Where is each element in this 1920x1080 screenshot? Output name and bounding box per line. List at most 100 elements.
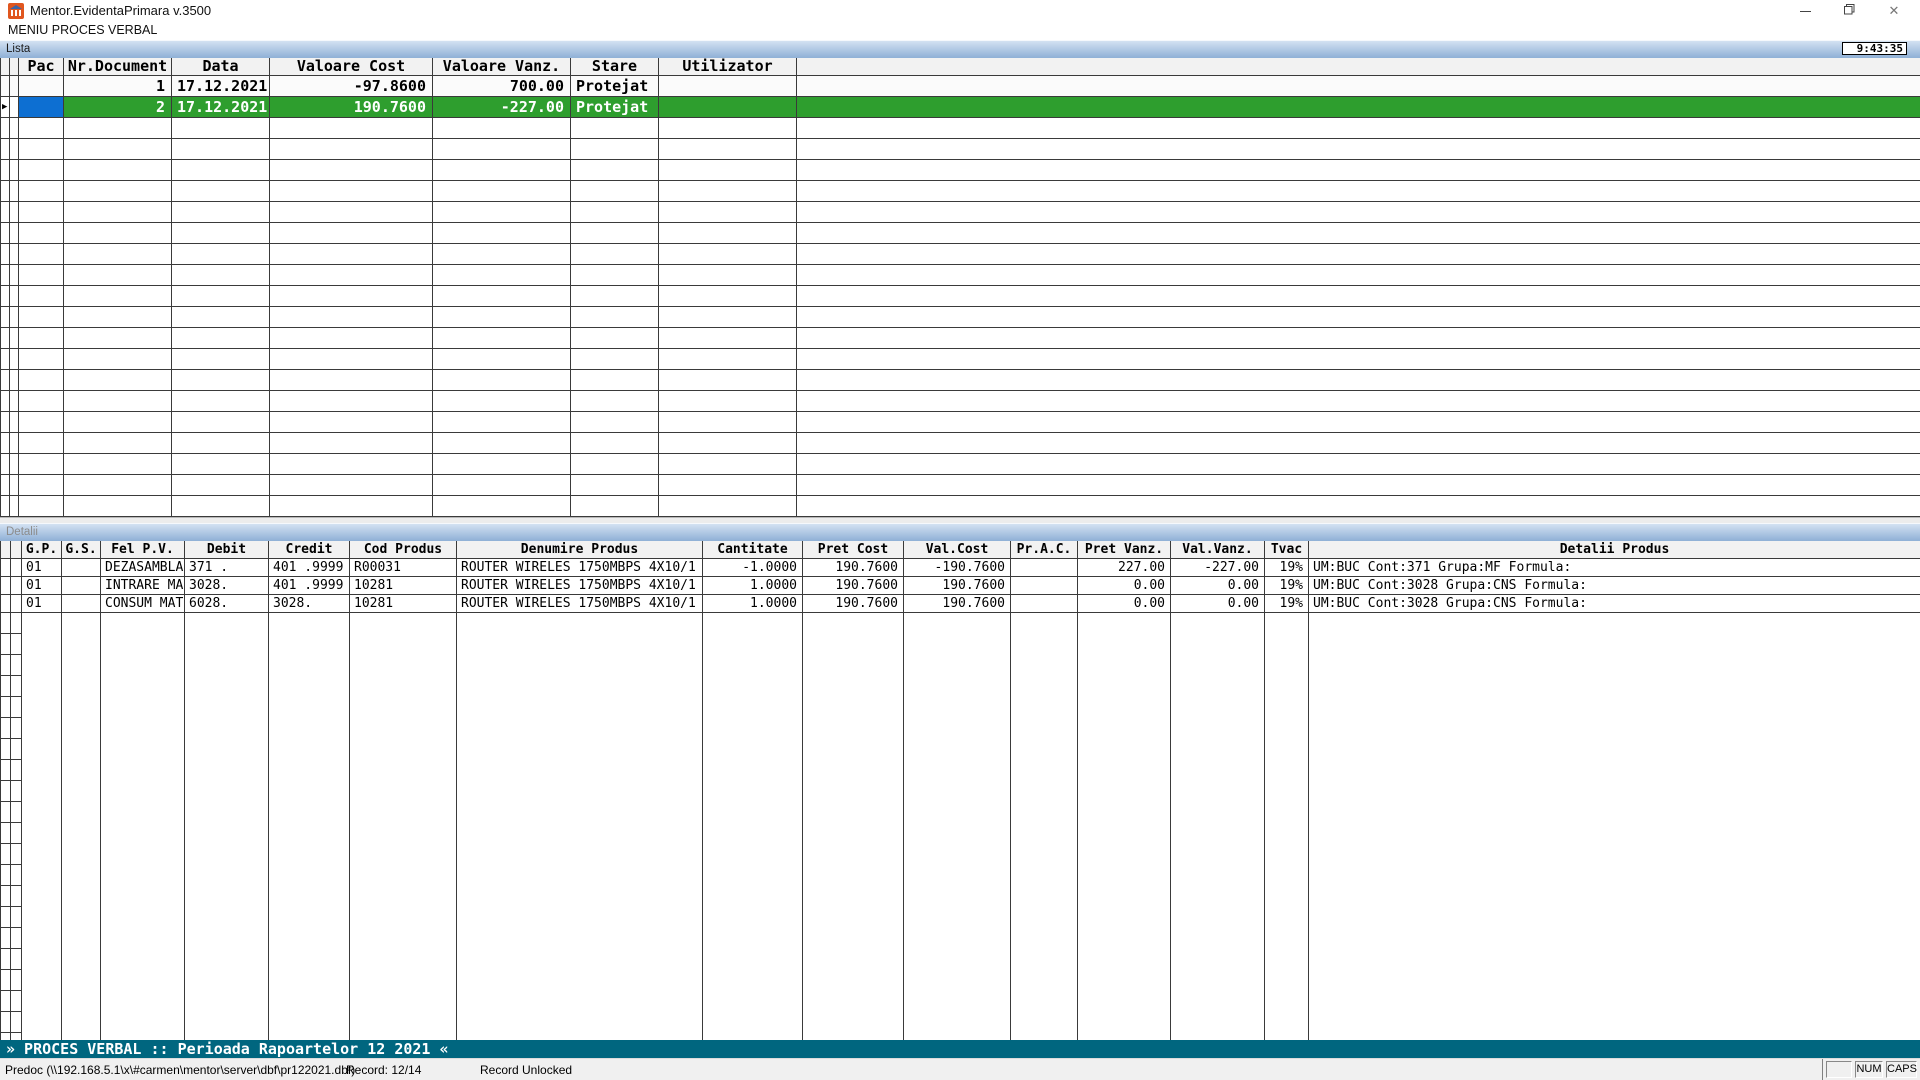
lista-col-header-utilizator: Utilizator	[659, 58, 797, 75]
empty-row	[1, 718, 1920, 739]
detalii-col-header-cod-produs: Cod Produs	[350, 541, 457, 558]
lista-empty-rows	[1, 118, 1920, 517]
menu-bar: MENIU PROCES VERBAL	[0, 22, 1920, 40]
status-file-path: Predoc (\\192.168.5.1\x\#carmen\mentor\s…	[5, 1063, 355, 1077]
empty-row	[1, 181, 1920, 202]
detalii-row-2[interactable]: 01 INTRARE MA 3028. 401 .9999 10281 ROUT…	[1, 577, 1920, 595]
footer-title-bar: » PROCES VERBAL :: Perioada Rapoartelor …	[0, 1040, 1920, 1058]
restore-icon	[1844, 4, 1855, 15]
empty-row	[1, 655, 1920, 676]
detalii-col-header-detalii-produs: Detalii Produs	[1309, 541, 1920, 558]
detalii-row-3[interactable]: 01 CONSUM MAT 6028. 3028. 10281 ROUTER W…	[1, 595, 1920, 613]
close-button[interactable]: ✕	[1877, 0, 1911, 22]
empty-row	[1, 496, 1920, 517]
title-bar: Mentor.EvidentaPrimara v.3500 ✕	[0, 0, 1920, 22]
status-separator	[1822, 1059, 1823, 1080]
lista-header-selector	[1, 58, 19, 75]
empty-row	[1, 475, 1920, 496]
empty-row	[1, 223, 1920, 244]
detalii-col-header-denumire-produs: Denumire Produs	[457, 541, 703, 558]
restore-button[interactable]	[1832, 0, 1866, 22]
empty-row	[1, 634, 1920, 655]
app-icon	[8, 3, 24, 19]
lista-col-header-valoare-cost: Valoare Cost	[270, 58, 433, 75]
detalii-grid: G.P. G.S. Fel P.V. Debit Credit Cod Prod…	[0, 541, 1920, 1040]
detalii-col-header-gs: G.S.	[62, 541, 101, 558]
lista-panel-caption: Lista	[0, 40, 1920, 58]
empty-row	[1, 865, 1920, 886]
empty-row	[1, 244, 1920, 265]
empty-row	[1, 118, 1920, 139]
lista-header-row: Pac Nr.Document Data Valoare Cost Valoar…	[1, 58, 1920, 76]
empty-row	[1, 928, 1920, 949]
lista-col-header-nr-document: Nr.Document	[64, 58, 172, 75]
empty-row	[1, 802, 1920, 823]
empty-row	[1, 286, 1920, 307]
detalii-col-header-credit: Credit	[269, 541, 350, 558]
detalii-col-header-val-vanz: Val.Vanz.	[1171, 541, 1265, 558]
lista-row-1[interactable]: 1 17.12.2021 -97.8600 700.00 Protejat	[1, 76, 1920, 97]
detalii-col-header-gp: G.P.	[22, 541, 62, 558]
current-row-marker: ▶	[2, 97, 7, 117]
empty-row	[1, 202, 1920, 223]
detalii-col-header-pret-vanz: Pret Vanz.	[1078, 541, 1171, 558]
selected-cell-pac[interactable]	[19, 97, 64, 117]
lista-row-2-selected[interactable]: ▶ 2 17.12.2021 190.7600 -227.00 Protejat	[1, 97, 1920, 118]
detalii-col-header-pr-ac: Pr.A.C.	[1011, 541, 1078, 558]
empty-row	[1, 328, 1920, 349]
empty-row	[1, 1033, 1920, 1040]
detalii-col-header-val-cost: Val.Cost	[904, 541, 1011, 558]
status-caps-lock-indicator: CAPS	[1886, 1061, 1917, 1078]
empty-row	[1, 907, 1920, 928]
empty-row	[1, 613, 1920, 634]
empty-row	[1, 886, 1920, 907]
status-lock-state: Record Unlocked	[480, 1063, 572, 1077]
empty-row	[1, 970, 1920, 991]
status-num-lock-indicator: NUM	[1855, 1061, 1883, 1078]
empty-row	[1, 412, 1920, 433]
empty-row	[1, 760, 1920, 781]
empty-row	[1, 949, 1920, 970]
empty-row	[1, 781, 1920, 802]
empty-row	[1, 370, 1920, 391]
clock-display: 9:43:35	[1842, 42, 1907, 55]
empty-row	[1, 697, 1920, 718]
empty-row	[1, 844, 1920, 865]
status-empty-indicator	[1826, 1061, 1852, 1078]
menu-item-proces-verbal[interactable]: MENIU PROCES VERBAL	[8, 23, 157, 37]
empty-row	[1, 454, 1920, 475]
detalii-row-1[interactable]: 01 DEZASAMBLA 371 . 401 .9999 R00031 ROU…	[1, 559, 1920, 577]
empty-row	[1, 307, 1920, 328]
detalii-header-row: G.P. G.S. Fel P.V. Debit Credit Cod Prod…	[1, 541, 1920, 559]
window-title: Mentor.EvidentaPrimara v.3500	[30, 3, 211, 18]
lista-col-header-data: Data	[172, 58, 270, 75]
empty-row	[1, 160, 1920, 181]
empty-row	[1, 991, 1920, 1012]
empty-row	[1, 1012, 1920, 1033]
minimize-button[interactable]	[1788, 0, 1822, 22]
lista-col-header-stare: Stare	[571, 58, 659, 75]
detalii-panel-caption: Detalii	[0, 523, 1920, 541]
empty-row	[1, 823, 1920, 844]
lista-caption-label: Lista	[6, 43, 30, 55]
lista-grid: Pac Nr.Document Data Valoare Cost Valoar…	[0, 58, 1920, 517]
detalii-empty-rows	[1, 613, 1920, 1040]
empty-row	[1, 139, 1920, 160]
empty-row	[1, 433, 1920, 454]
empty-row	[1, 739, 1920, 760]
detalii-col-header-fel-pv: Fel P.V.	[101, 541, 185, 558]
detalii-header-selector	[1, 541, 22, 558]
detalii-col-header-cantitate: Cantitate	[703, 541, 803, 558]
footer-title-text: » PROCES VERBAL :: Perioada Rapoartelor …	[6, 1040, 449, 1058]
minimize-icon	[1800, 11, 1811, 12]
lista-col-header-pac: Pac	[19, 58, 64, 75]
status-record-count: Record: 12/14	[346, 1063, 421, 1077]
detalii-col-header-pret-cost: Pret Cost	[803, 541, 904, 558]
detalii-col-header-debit: Debit	[185, 541, 269, 558]
lista-col-header-valoare-vanz: Valoare Vanz.	[433, 58, 571, 75]
status-bar: Predoc (\\192.168.5.1\x\#carmen\mentor\s…	[0, 1058, 1920, 1080]
empty-row	[1, 391, 1920, 412]
detalii-col-header-tvac: Tvac	[1265, 541, 1309, 558]
empty-row	[1, 265, 1920, 286]
app-window: Mentor.EvidentaPrimara v.3500 ✕ MENIU PR…	[0, 0, 1920, 1080]
